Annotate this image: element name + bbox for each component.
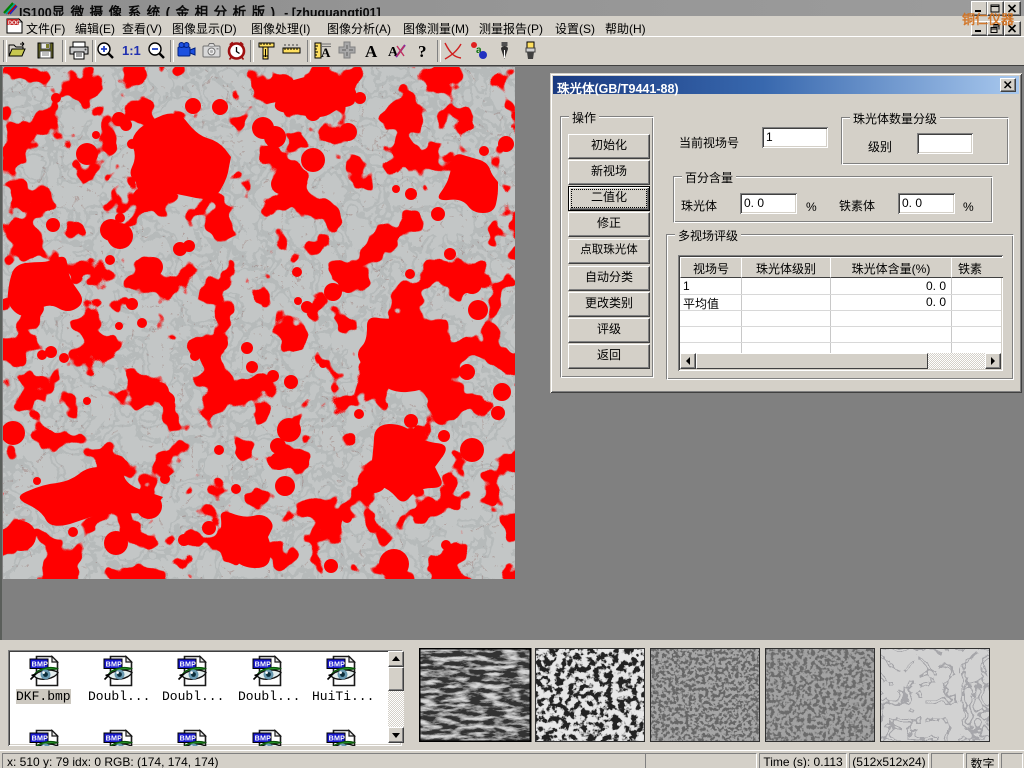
svg-text:A: A bbox=[365, 42, 378, 60]
svg-text:1:1: 1:1 bbox=[122, 43, 141, 58]
svg-text:DOC: DOC bbox=[8, 21, 20, 27]
svg-text:A: A bbox=[321, 45, 331, 60]
svg-text:?: ? bbox=[418, 42, 427, 60]
